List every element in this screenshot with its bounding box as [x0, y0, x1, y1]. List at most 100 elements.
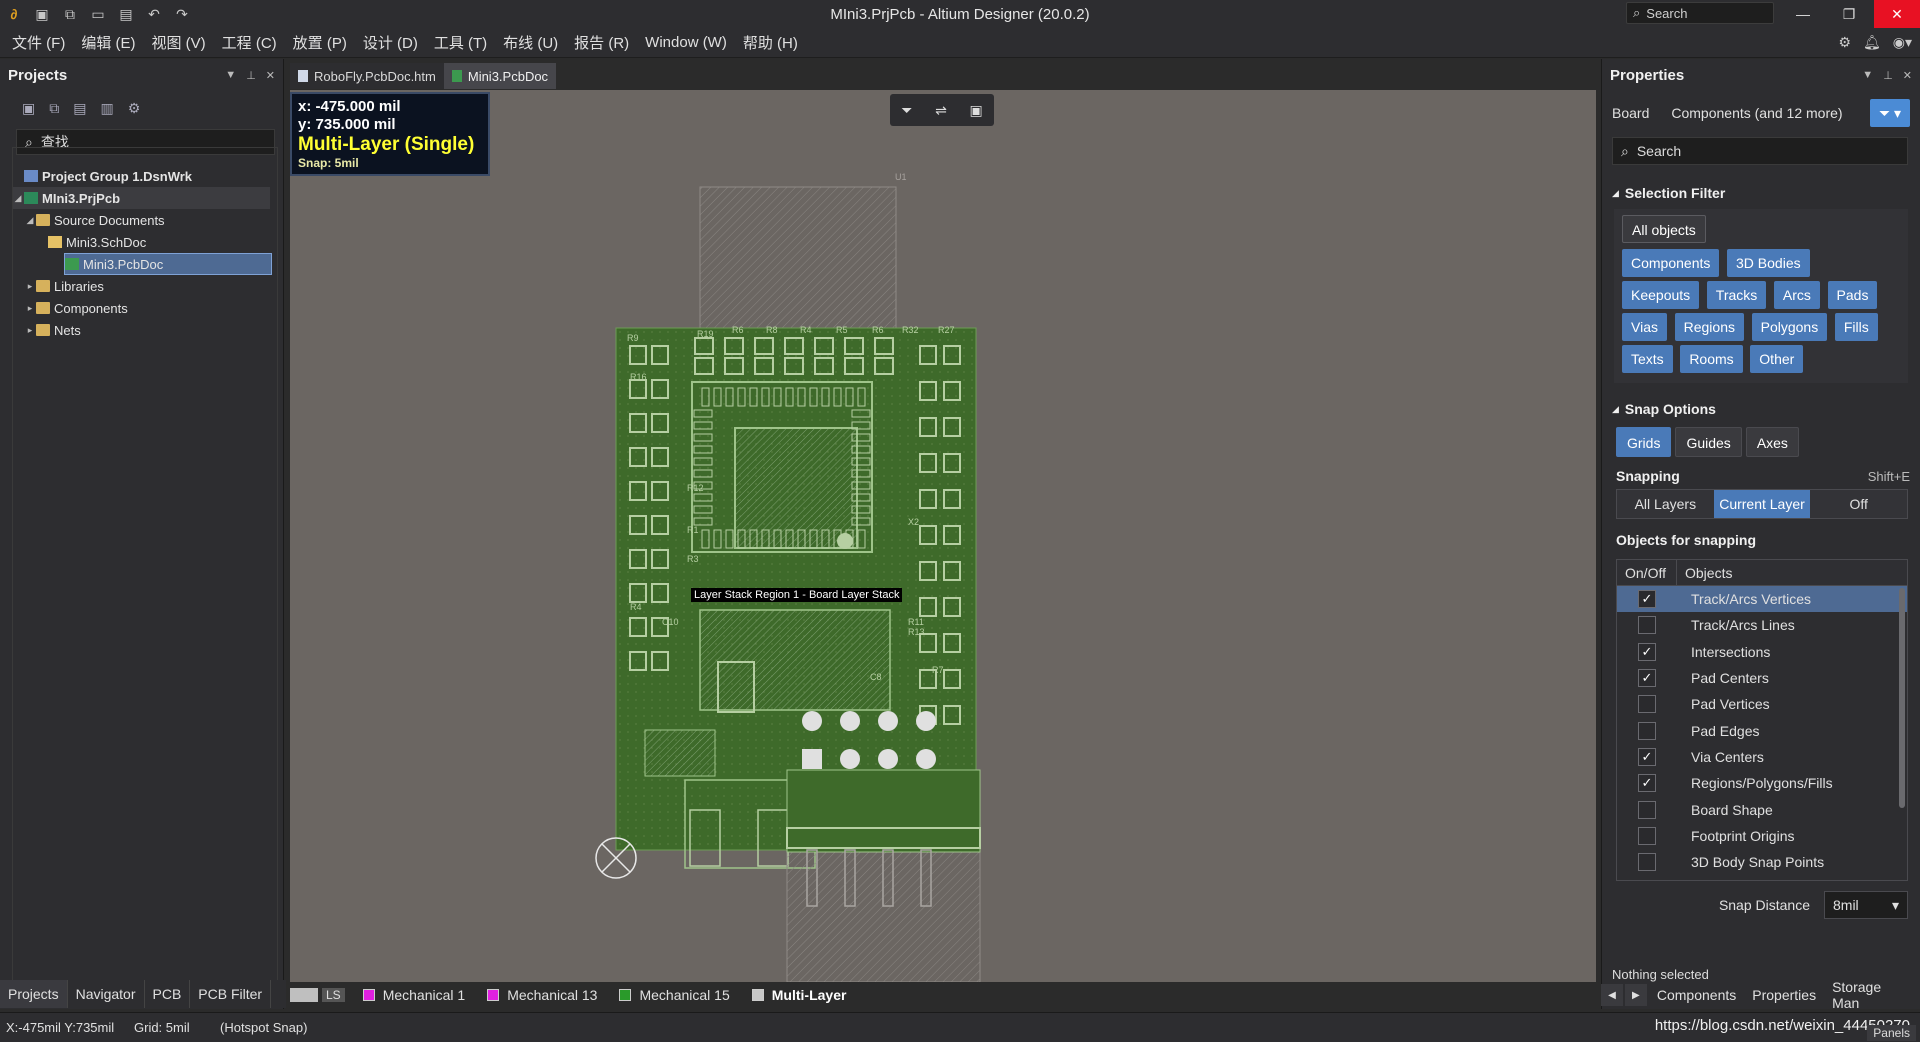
expand-arrow-icon[interactable]: ▸	[24, 325, 36, 336]
header-footprint[interactable]	[786, 769, 981, 853]
regulator-footprint[interactable]	[644, 729, 716, 777]
filter-chip-regions[interactable]: Regions	[1674, 313, 1744, 341]
snap-object-checkbox[interactable]	[1638, 826, 1656, 845]
menu-file[interactable]: 文件 (F)	[4, 32, 73, 53]
snap-object-row[interactable]: ✓ Pad Centers	[1617, 665, 1907, 691]
tab-projects[interactable]: Projects	[0, 980, 68, 1008]
open-folder-icon[interactable]: ▤	[73, 100, 86, 117]
snap-object-checkbox[interactable]	[1638, 695, 1656, 714]
snap-object-row[interactable]: 3D Body Snap Points	[1617, 849, 1907, 875]
filter-chip-pads[interactable]: Pads	[1827, 281, 1878, 309]
redo-icon[interactable]: ↷	[168, 0, 196, 28]
snapping-all-layers[interactable]: All Layers	[1617, 490, 1714, 518]
guides-toggle[interactable]: Guides	[1675, 427, 1742, 457]
snapping-off[interactable]: Off	[1810, 490, 1908, 518]
folder-icon[interactable]: ▥	[100, 100, 113, 117]
bell-icon[interactable]: 🔔︎	[1863, 34, 1881, 51]
collapse-arrow-icon[interactable]: ◢	[12, 193, 24, 204]
filter-button[interactable]: ⏷ ▾	[1870, 99, 1910, 127]
snap-object-row[interactable]: ✓ Via Centers	[1617, 744, 1907, 770]
filter-chip-arcs[interactable]: Arcs	[1773, 281, 1820, 309]
snap-object-checkbox[interactable]: ✓	[1638, 774, 1656, 793]
tab-components[interactable]: Components	[1649, 987, 1744, 1003]
expand-arrow-icon[interactable]: ▸	[24, 281, 36, 292]
snap-object-row[interactable]: Footprint Origins	[1617, 823, 1907, 849]
compile-icon[interactable]: ⧉	[49, 100, 59, 117]
panel-menu-icon[interactable]: ▼	[1862, 69, 1873, 82]
snap-object-row[interactable]: Pad Vertices	[1617, 691, 1907, 717]
filter-chip-3d-bodies[interactable]: 3D Bodies	[1727, 249, 1810, 277]
col-objects[interactable]: Objects	[1677, 565, 1732, 581]
tree-item-source-documents[interactable]: ◢ Source Documents	[12, 209, 270, 231]
global-search[interactable]: ⌕ Search	[1626, 2, 1774, 24]
undo-icon[interactable]: ↶	[140, 0, 168, 28]
filter-icon[interactable]: ⏷	[901, 102, 912, 119]
col-onoff[interactable]: On/Off	[1617, 560, 1677, 585]
layer-tab-mechanical-13[interactable]: Mechanical 13	[483, 982, 601, 1008]
close-button[interactable]: ✕	[1874, 0, 1920, 28]
menu-project[interactable]: 工程 (C)	[214, 32, 285, 53]
projects-search-input[interactable]: ⌕ 查找	[16, 129, 275, 155]
snap-object-checkbox[interactable]	[1638, 616, 1656, 635]
snap-distance-dropdown[interactable]: 8mil ▾	[1824, 891, 1908, 919]
panel-menu-icon[interactable]: ▼	[225, 69, 236, 82]
save-icon[interactable]: ▣	[28, 0, 56, 28]
lower-ic-footprint[interactable]	[699, 609, 891, 711]
grids-toggle[interactable]: Grids	[1616, 427, 1672, 457]
pcb-drawing[interactable]: U1 R9 R19 R6 R8 R4 R5 R6 R32 R27 R16 R12 R1 R3 R4 C10 C…	[290, 90, 1596, 982]
scope-board[interactable]: Board	[1612, 105, 1649, 121]
gear-icon[interactable]: ⚙	[1838, 34, 1851, 51]
filter-chip-components[interactable]: Components	[1622, 249, 1720, 277]
filter-chip-polygons[interactable]: Polygons	[1751, 313, 1828, 341]
route-icon[interactable]: ⇌	[935, 102, 947, 119]
filter-chip-fills[interactable]: Fills	[1834, 313, 1878, 341]
properties-search-input[interactable]: ⌕ Search	[1612, 137, 1908, 165]
scroll-left-icon[interactable]: ◀	[1601, 984, 1623, 1006]
menu-design[interactable]: 设计 (D)	[355, 32, 426, 53]
tree-item-libraries[interactable]: ▸ Libraries	[12, 275, 270, 297]
menu-window[interactable]: Window (W)	[637, 34, 735, 51]
panels-button[interactable]: Panels	[1867, 1025, 1916, 1041]
snap-object-checkbox[interactable]	[1638, 800, 1656, 819]
snap-object-row[interactable]: Track/Arcs Lines	[1617, 612, 1907, 638]
scope-components[interactable]: Components (and 12 more)	[1671, 105, 1842, 121]
menu-place[interactable]: 放置 (P)	[285, 32, 355, 53]
axes-toggle[interactable]: Axes	[1745, 427, 1799, 457]
tab-navigator[interactable]: Navigator	[68, 980, 145, 1008]
tree-item-group[interactable]: Project Group 1.DsnWrk	[12, 165, 270, 187]
menu-edit[interactable]: 编辑 (E)	[73, 32, 143, 53]
filter-chip-rooms[interactable]: Rooms	[1680, 345, 1743, 373]
snap-object-row[interactable]: Pad Edges	[1617, 717, 1907, 743]
menu-help[interactable]: 帮助 (H)	[735, 32, 806, 53]
filter-chip-other[interactable]: Other	[1750, 345, 1804, 373]
minimize-button[interactable]: —	[1780, 0, 1826, 28]
open-project-icon[interactable]: ▤	[112, 0, 140, 28]
snap-object-checkbox[interactable]: ✓	[1638, 590, 1656, 609]
snap-options-header[interactable]: ◢ Snap Options	[1602, 395, 1920, 423]
pin-icon[interactable]: ⊥	[1883, 69, 1893, 82]
tab-mini3-pcbdoc[interactable]: Mini3.PcbDoc	[443, 63, 557, 89]
tab-pcb-filter[interactable]: PCB Filter	[190, 980, 272, 1008]
filter-chip-vias[interactable]: Vias	[1622, 313, 1667, 341]
snap-object-row[interactable]: ✓ Regions/Polygons/Fills	[1617, 770, 1907, 796]
filter-chip-tracks[interactable]: Tracks	[1706, 281, 1767, 309]
restore-button[interactable]: ❐	[1826, 0, 1872, 28]
scroll-right-icon[interactable]: ▶	[1624, 984, 1647, 1006]
open-icon[interactable]: ▭	[84, 0, 112, 28]
tab-pcb[interactable]: PCB	[145, 980, 191, 1008]
filter-chip-keepouts[interactable]: Keepouts	[1622, 281, 1700, 309]
snap-object-row[interactable]: ✓ Track/Arcs Vertices	[1617, 586, 1907, 613]
close-icon[interactable]: ✕	[1903, 69, 1912, 82]
snap-object-checkbox[interactable]: ✓	[1638, 642, 1656, 661]
save-all-icon[interactable]: ⧉	[56, 0, 84, 28]
place-rect-icon[interactable]: ▣	[969, 102, 982, 119]
snapping-current-layer[interactable]: Current Layer	[1713, 490, 1811, 518]
snap-object-checkbox[interactable]	[1638, 853, 1656, 872]
menu-reports[interactable]: 报告 (R)	[566, 32, 637, 53]
snap-objects-scrollbar[interactable]	[1899, 588, 1905, 808]
tab-storage-manager[interactable]: Storage Man	[1824, 979, 1920, 1011]
tab-properties[interactable]: Properties	[1744, 987, 1824, 1003]
tree-item-schdoc[interactable]: Mini3.SchDoc	[12, 231, 270, 253]
tree-item-components[interactable]: ▸ Components	[12, 297, 270, 319]
menu-view[interactable]: 视图 (V)	[144, 32, 214, 53]
